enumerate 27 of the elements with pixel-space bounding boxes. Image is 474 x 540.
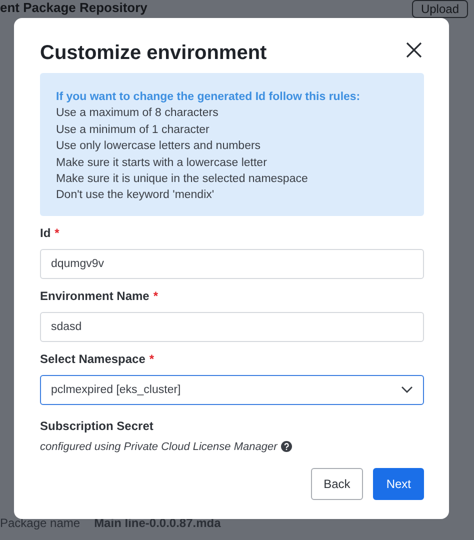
- info-heading: If you want to change the generated Id follow this rules:: [56, 90, 362, 105]
- rule-text: Make sure it is unique in the selected namespace: [56, 172, 309, 188]
- package-value: Main line-0.0.0.87.mda: [94, 516, 221, 530]
- page-heading: ent Package Repository: [0, 0, 148, 16]
- required-mark: *: [153, 288, 158, 303]
- rule-text: Make sure it starts with a lowercase letter: [56, 156, 268, 171]
- help-icon[interactable]: [281, 441, 292, 452]
- namespace-select[interactable]: pclmexpired [eks_cluster]: [40, 374, 424, 405]
- subscription-note: configured using Private Cloud License Manager: [40, 440, 278, 453]
- next-button[interactable]: Next: [373, 468, 424, 500]
- back-button[interactable]: Back: [310, 468, 364, 500]
- subscription-label: Subscription Secret: [40, 418, 154, 433]
- rule-text: Use a minimum of 1 character: [56, 122, 210, 138]
- field-label: Select Namespace *: [40, 352, 156, 366]
- required-mark: *: [54, 226, 60, 240]
- field-label: Id *: [40, 226, 60, 240]
- text-field[interactable]: dqumgv9v: [40, 248, 424, 279]
- package-label: Package name: [0, 516, 80, 530]
- chevron-down-icon: [401, 386, 413, 394]
- close-button[interactable]: [404, 40, 424, 60]
- required-mark: *: [149, 352, 154, 366]
- dialog-title: Customize environment: [40, 42, 267, 65]
- rule-text: Don't use the keyword 'mendix': [56, 188, 216, 204]
- rule-text: Use only lowercase letters and numbers: [56, 139, 262, 154]
- field-label: Environment Name *: [40, 288, 160, 303]
- text-field[interactable]: sdasd: [40, 312, 424, 342]
- rule-text: Use a maximum of 8 characters: [56, 106, 220, 122]
